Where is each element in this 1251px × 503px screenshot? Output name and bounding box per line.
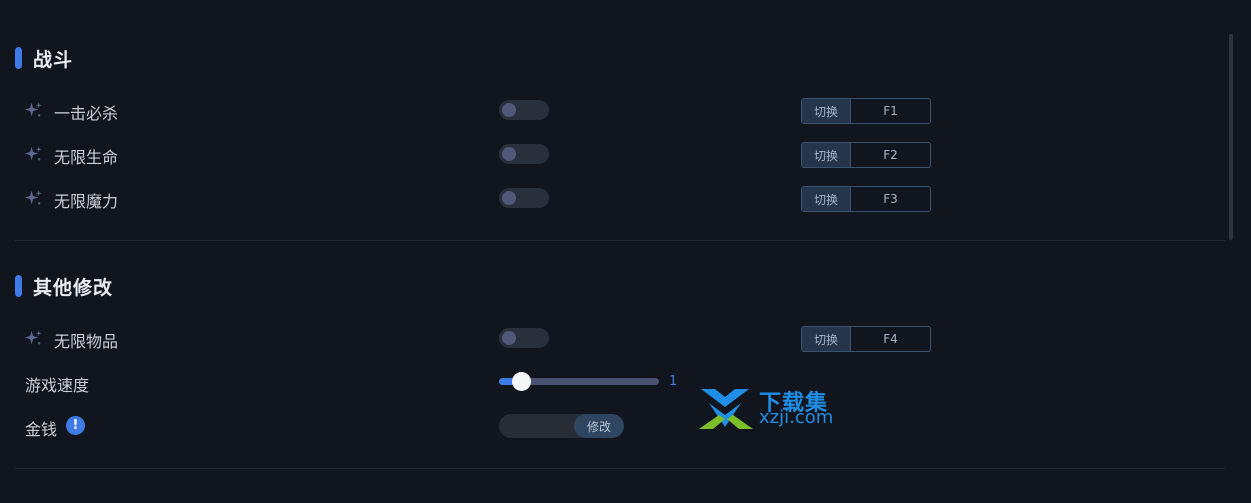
- hotkey-key[interactable]: F1: [851, 99, 930, 123]
- section-title-text: 战斗: [33, 48, 74, 71]
- game-speed-value: 1: [669, 374, 678, 389]
- option-label: 无限物品: [54, 332, 119, 351]
- hotkey-key[interactable]: F3: [851, 187, 930, 211]
- toggle-knob: [502, 191, 516, 205]
- section-title-combat: 战斗: [15, 46, 74, 71]
- money-input[interactable]: 修改: [499, 414, 624, 438]
- slider-thumb[interactable]: [512, 372, 531, 391]
- option-row-infinite-items: 无限物品 切换 F4: [0, 323, 1230, 353]
- info-icon[interactable]: !: [66, 416, 85, 435]
- hotkey-action[interactable]: 切换: [802, 99, 851, 123]
- section-accent-bar: [15, 47, 22, 69]
- hotkey-key[interactable]: F2: [851, 143, 930, 167]
- modify-button[interactable]: 修改: [574, 414, 624, 438]
- option-label: 一击必杀: [54, 104, 119, 123]
- game-speed-slider[interactable]: [499, 372, 659, 391]
- watermark-logo-icon: [699, 389, 753, 429]
- toggle-knob: [502, 103, 516, 117]
- scrollbar[interactable]: [1229, 34, 1233, 240]
- option-row-one-hit-kill: 一击必杀 切换 F1: [0, 95, 1230, 125]
- money-label: 金钱: [25, 420, 58, 439]
- section-accent-bar: [15, 275, 22, 297]
- section-title-other: 其他修改: [15, 274, 114, 299]
- hotkey-control[interactable]: 切换 F3: [801, 186, 931, 212]
- sparkle-icon: [24, 190, 42, 205]
- hotkey-action[interactable]: 切换: [802, 187, 851, 211]
- watermark-logo: 下载集 xzji.com: [699, 385, 844, 433]
- sparkle-icon: [24, 146, 42, 161]
- sparkle-icon: [24, 102, 42, 117]
- toggle-knob: [502, 147, 516, 161]
- section-divider: [15, 240, 1225, 241]
- hotkey-key[interactable]: F4: [851, 327, 930, 351]
- option-row-infinite-mana: 无限魔力 切换 F3: [0, 183, 1230, 213]
- sparkle-icon: [24, 330, 42, 345]
- hotkey-control[interactable]: 切换 F2: [801, 142, 931, 168]
- toggle-switch[interactable]: [499, 328, 549, 348]
- toggle-knob: [502, 331, 516, 345]
- hotkey-control[interactable]: 切换 F4: [801, 326, 931, 352]
- toggle-switch[interactable]: [499, 100, 549, 120]
- section-divider: [15, 468, 1225, 469]
- option-label: 无限生命: [54, 148, 119, 167]
- game-speed-label: 游戏速度: [25, 376, 90, 395]
- section-title-text: 其他修改: [33, 276, 114, 299]
- toggle-switch[interactable]: [499, 144, 549, 164]
- watermark-text-url: xzji.com: [759, 407, 834, 428]
- option-row-infinite-health: 无限生命 切换 F2: [0, 139, 1230, 169]
- option-label: 无限魔力: [54, 192, 119, 211]
- toggle-switch[interactable]: [499, 188, 549, 208]
- hotkey-control[interactable]: 切换 F1: [801, 98, 931, 124]
- hotkey-action[interactable]: 切换: [802, 327, 851, 351]
- hotkey-action[interactable]: 切换: [802, 143, 851, 167]
